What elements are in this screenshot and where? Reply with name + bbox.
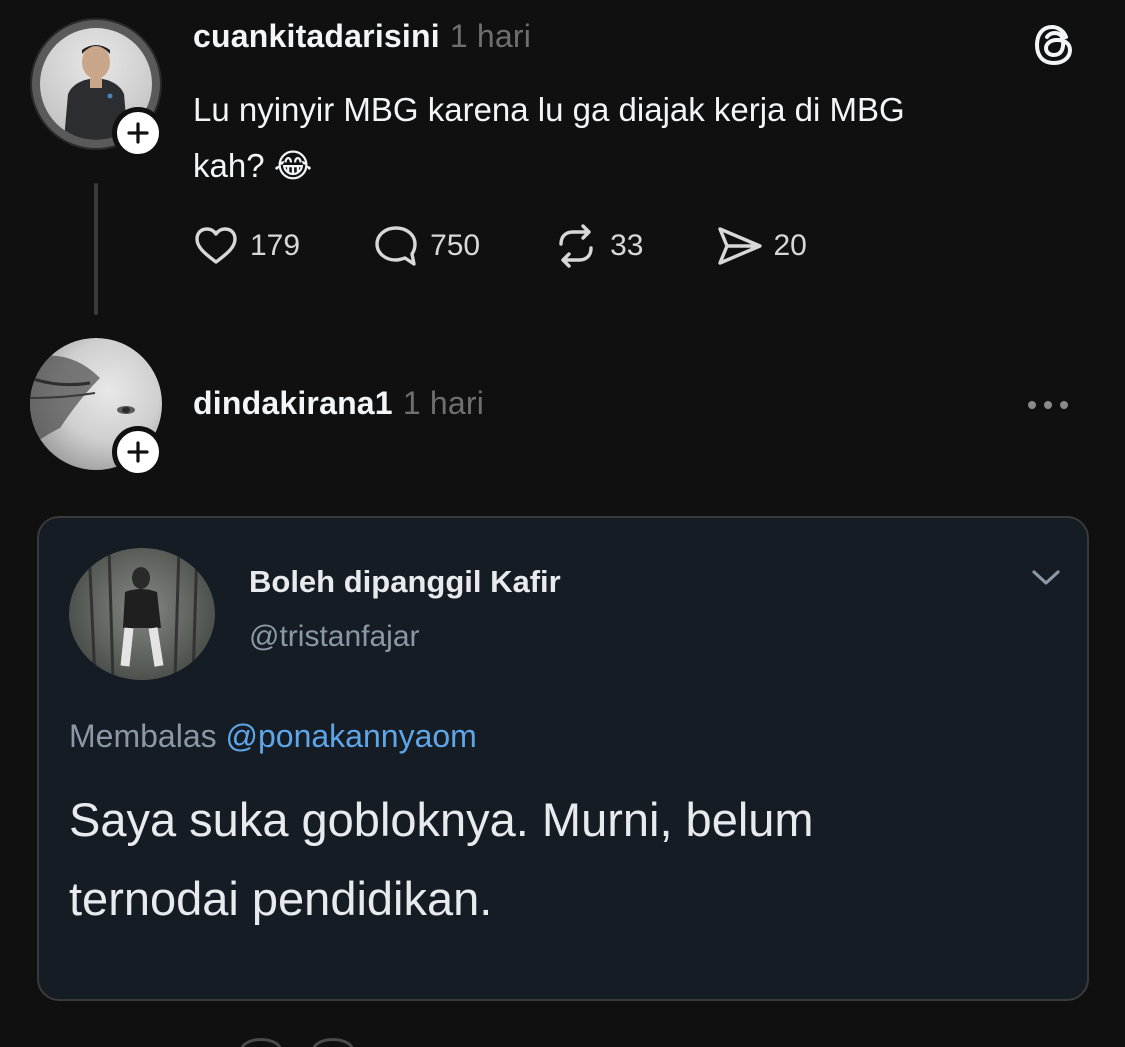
thread-connector-line <box>94 183 98 315</box>
follow-button[interactable] <box>112 107 164 159</box>
embed-reply-context: Membalas @ponakannyaom <box>69 718 477 755</box>
send-icon <box>717 227 762 265</box>
post-text-line: Lu nyinyir MBG karena lu ga diajak kerja… <box>193 91 905 128</box>
reply-mention: @ponakannyaom <box>225 718 477 754</box>
like-button[interactable]: 179 <box>190 220 300 272</box>
attached-image[interactable]: Boleh dipanggil Kafir @tristanfajar Memb… <box>37 516 1089 1001</box>
embed-display-name: Boleh dipanggil Kafir <box>249 564 561 599</box>
embed-text-line: ternodai pendidikan. <box>69 872 493 925</box>
post-body: Lu nyinyir MBG karena lu ga diajak kerja… <box>193 82 1083 194</box>
like-count: 179 <box>250 229 301 262</box>
share-count: 20 <box>773 229 807 262</box>
person-photo <box>69 548 215 680</box>
next-actions-peek <box>240 1038 440 1047</box>
repost-count: 33 <box>610 229 644 262</box>
reply-count: 750 <box>430 229 481 262</box>
username-text[interactable]: cuankitadarisini <box>193 18 440 54</box>
embed-text-line: Saya suka gobloknya. Murni, belum <box>69 793 814 846</box>
follow-button[interactable] <box>112 426 164 478</box>
reply-author[interactable]: dindakirana1 1 hari <box>193 385 484 422</box>
post-actions: 179 750 33 20 <box>190 220 877 272</box>
share-button[interactable]: 20 <box>714 220 807 272</box>
post-text-line: kah? 😂 <box>193 147 313 184</box>
username-text[interactable]: dindakirana1 <box>193 385 393 421</box>
repost-icon <box>559 224 593 268</box>
plus-icon <box>127 122 149 144</box>
embed-handle: @tristanfajar <box>249 620 420 653</box>
post-author[interactable]: cuankitadarisini 1 hari <box>193 18 531 55</box>
chevron-down-icon <box>1032 570 1060 585</box>
embed-avatar <box>69 548 215 680</box>
repost-button[interactable]: 33 <box>550 220 644 272</box>
reply-button[interactable]: 750 <box>370 220 480 272</box>
embed-tweet-text: Saya suka gobloknya. Murni, belum ternod… <box>69 780 1059 938</box>
threads-page: cuankitadarisini 1 hari Lu nyinyir MBG ka… <box>0 0 1125 1047</box>
post-timestamp: 1 hari <box>449 18 532 54</box>
heart-icon <box>195 227 237 264</box>
reply-prefix: Membalas <box>69 718 217 754</box>
comment-icon <box>375 226 417 266</box>
reply-timestamp: 1 hari <box>402 385 485 421</box>
threads-logo-icon[interactable] <box>1030 20 1080 70</box>
more-options-icon[interactable] <box>1028 396 1080 414</box>
plus-icon <box>127 441 149 463</box>
